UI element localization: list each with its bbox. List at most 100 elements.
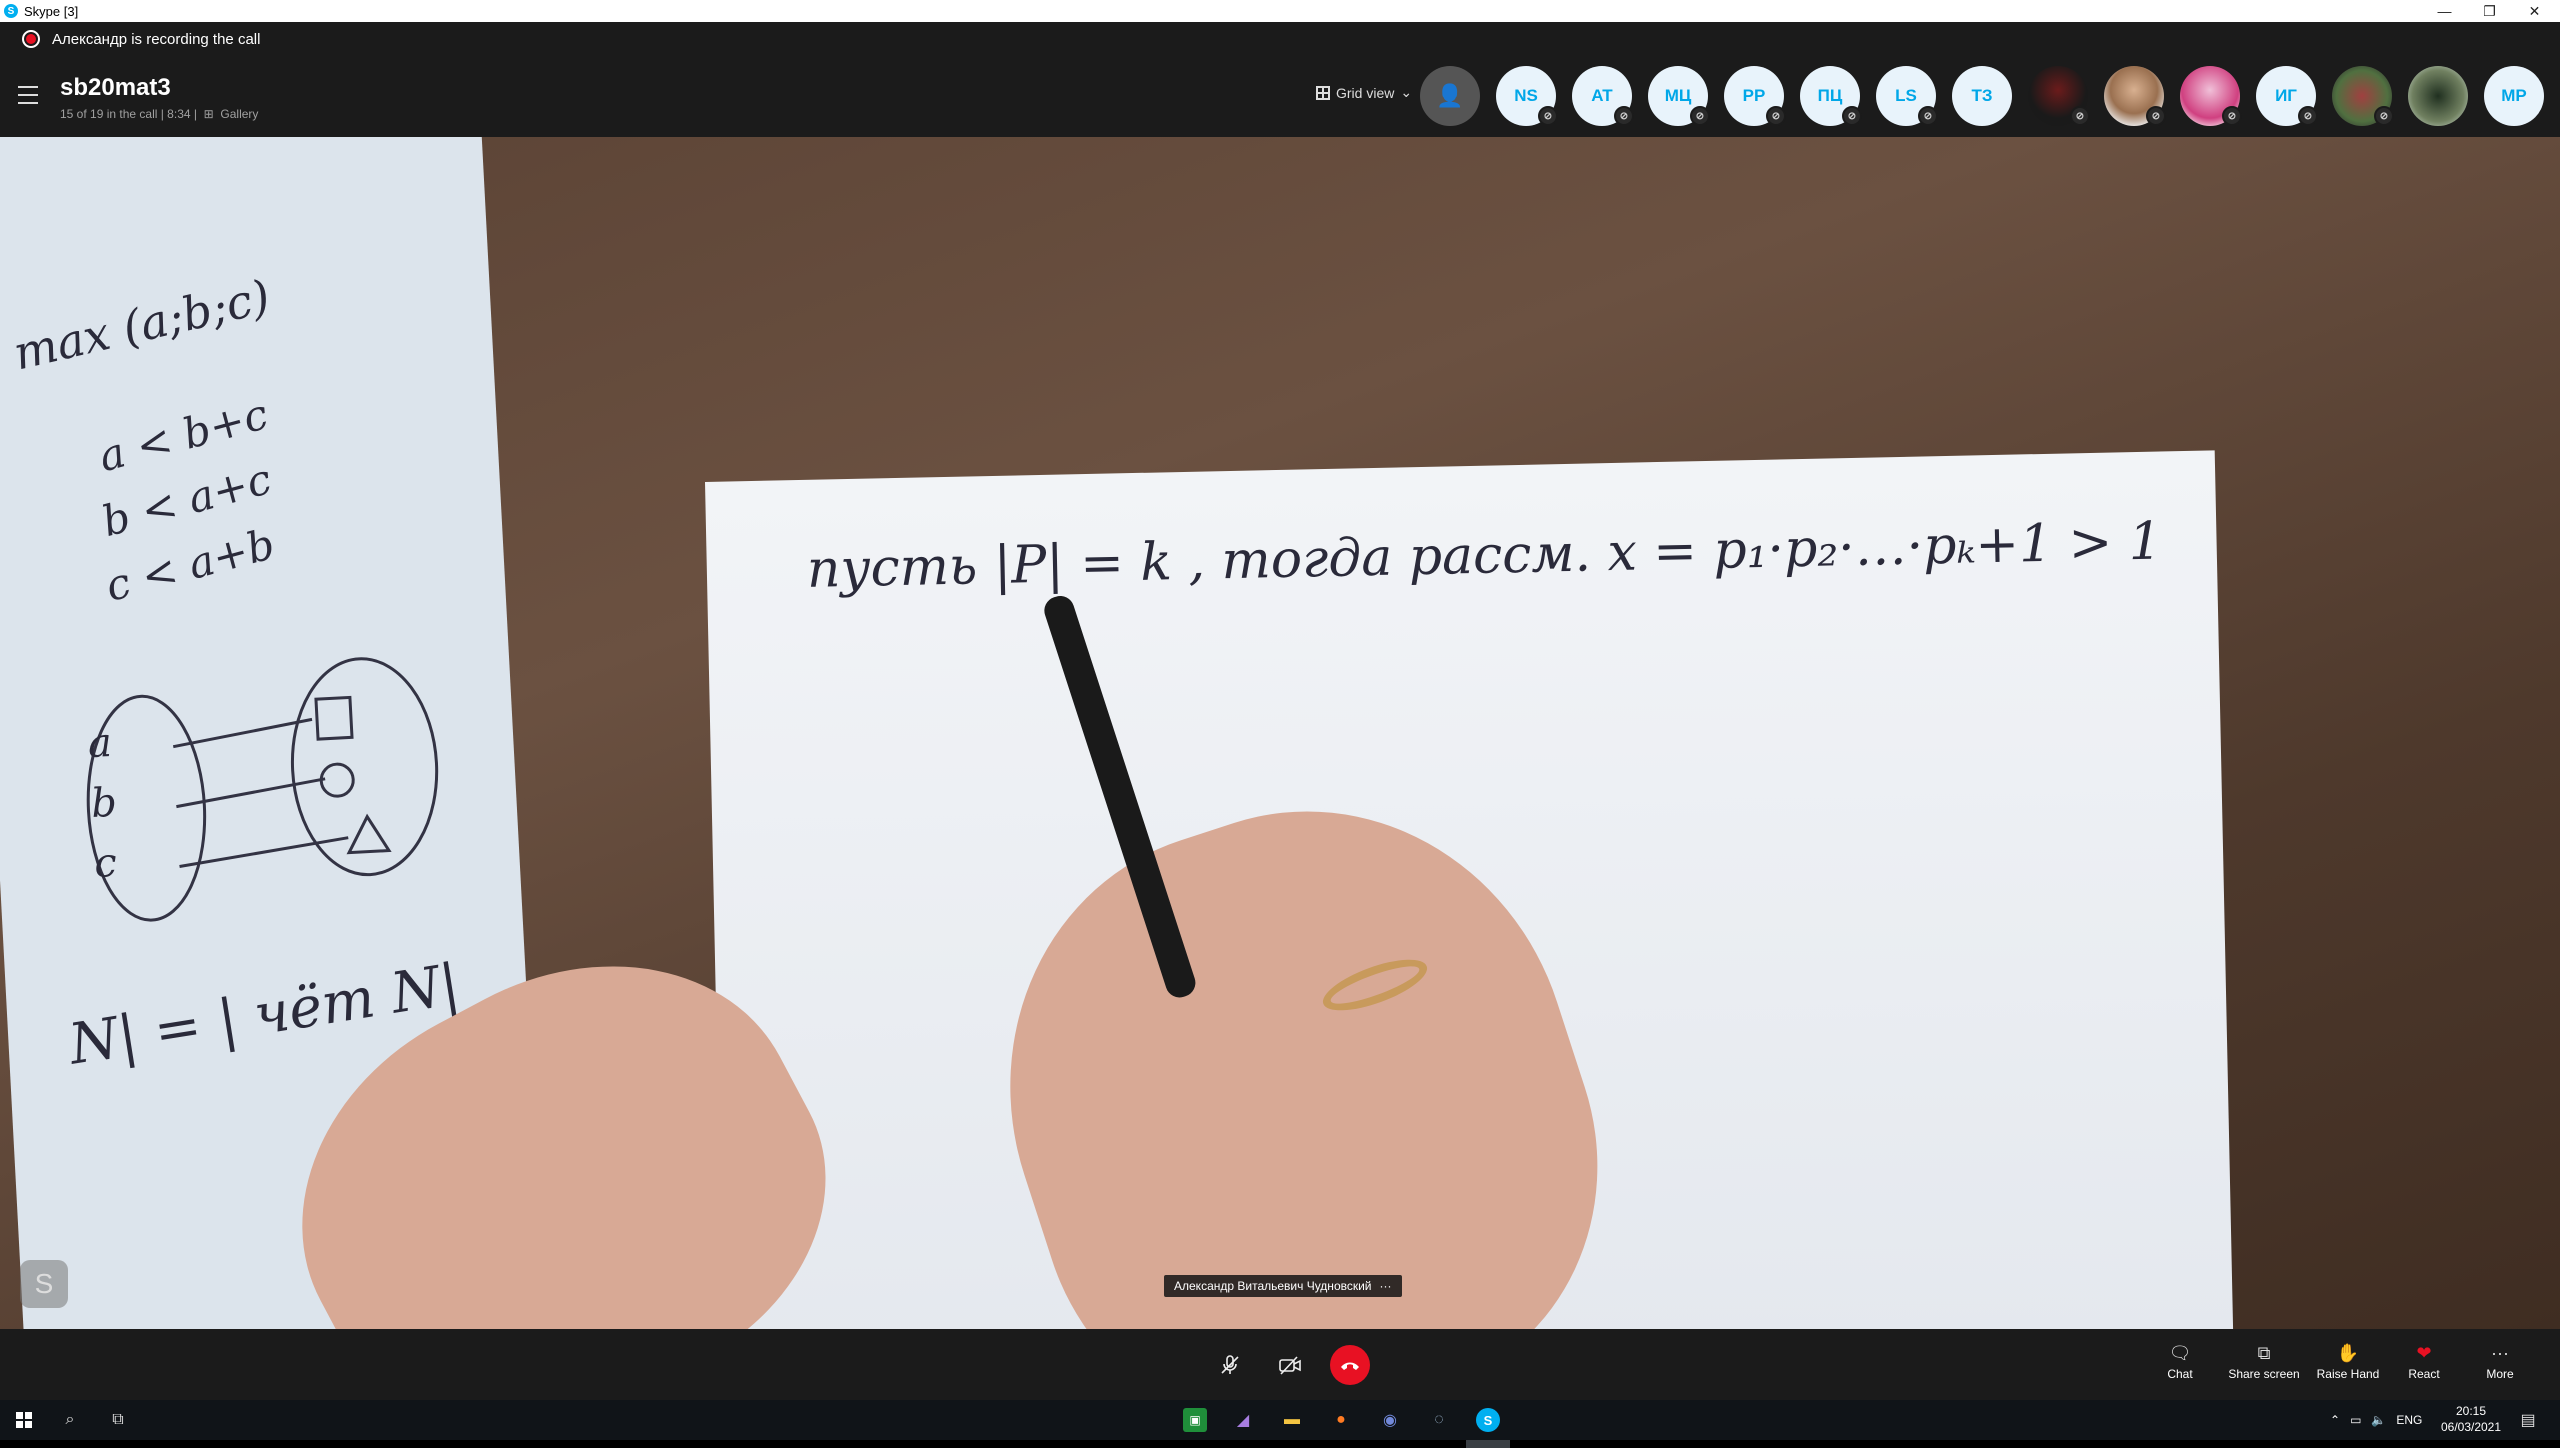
chat-button[interactable]: 🗨 Chat	[2140, 1343, 2220, 1381]
participant-avatar[interactable]: MP	[2484, 66, 2544, 126]
window-titlebar: S Skype [3] — ❐ ✕	[0, 0, 2560, 22]
mic-off-icon: ⊘	[1918, 106, 1938, 126]
share-screen-icon: ⧉	[2257, 1343, 2271, 1363]
participant-avatar-photo[interactable]: ⊘	[2104, 66, 2166, 126]
mic-off-icon: ⊘	[2070, 106, 2090, 126]
mic-off-icon: ⊘	[2298, 106, 2318, 126]
participant-avatar[interactable]: LS ⊘	[1876, 66, 1938, 126]
participant-avatar-photo[interactable]: ⊘	[2332, 66, 2394, 126]
grid-icon	[1316, 85, 1330, 100]
avatar-initials: ПЦ	[1817, 86, 1843, 105]
add-participant-button[interactable]: 👤	[1420, 66, 1480, 126]
avatar-initials: ТЗ	[1971, 86, 1993, 105]
main-video-feed: max (a;b;c) a < b+c b < a+c c < a+b a b …	[0, 137, 2560, 1329]
grid-view-dropdown[interactable]: Grid view ⌄	[1316, 84, 1412, 101]
mapping-diagram	[86, 657, 439, 922]
call-header: Александр is recording the call sb20mat3…	[0, 22, 2560, 137]
avatar-initials: МЦ	[1664, 86, 1692, 105]
video-off-icon	[1279, 1356, 1301, 1375]
avatar-initials: AT	[1591, 86, 1613, 105]
raise-hand-label: Raise Hand	[2316, 1367, 2380, 1381]
heart-icon: ❤	[2416, 1343, 2432, 1363]
view-mode-label: Gallery	[220, 107, 259, 121]
restore-button[interactable]: ❐	[2467, 0, 2512, 22]
language-indicator[interactable]: ENG	[2396, 1413, 2422, 1427]
react-label: React	[2408, 1367, 2440, 1381]
mic-off-icon	[1221, 1355, 1239, 1374]
skype-taskbar-icon[interactable]: S	[1466, 1408, 1510, 1448]
share-screen-button[interactable]: ⧉ Share screen	[2224, 1343, 2304, 1381]
mic-off-icon: ⊘	[1690, 106, 1710, 126]
minimize-button[interactable]: —	[2422, 0, 2467, 22]
participant-avatar-photo[interactable]: ⊘	[2180, 66, 2242, 126]
more-options-icon[interactable]: ···	[1380, 1279, 1392, 1293]
network-icon[interactable]: ▭	[2350, 1413, 2361, 1427]
windows-taskbar: ⌕ ⧉ ▣ ◢ ▬ ● ◉ ◌ S ⌃ ▭ 🔈 ENG 20:15 06/03/…	[0, 1400, 2560, 1448]
more-button[interactable]: ··· More	[2460, 1343, 2540, 1381]
skype-icon: S	[4, 4, 18, 18]
call-title: sb20mat3	[60, 74, 171, 101]
visual-studio-icon[interactable]: ◢	[1231, 1408, 1255, 1432]
react-button[interactable]: ❤ React	[2384, 1343, 2464, 1381]
chevron-up-icon[interactable]: ⌃	[2330, 1413, 2340, 1427]
hangup-icon	[1341, 1362, 1359, 1370]
speaker-name-label[interactable]: Александр Витальевич Чудновский ···	[1164, 1275, 1402, 1297]
avatar-initials: PP	[1742, 86, 1766, 105]
call-controls: 🗨 Chat ⧉ Share screen ✋ Raise Hand ❤ Rea…	[0, 1329, 2560, 1400]
close-button[interactable]: ✕	[2512, 0, 2557, 22]
hangup-button[interactable]	[1330, 1345, 1370, 1385]
raise-hand-icon: ✋	[2336, 1343, 2360, 1363]
clock-time: 20:15	[2455, 1404, 2487, 1418]
grid-view-label: Grid view	[1336, 84, 1395, 101]
chat-label: Chat	[2167, 1367, 2193, 1381]
handwriting-max: max (a;b;c)	[8, 269, 275, 381]
mic-off-icon: ⊘	[1614, 106, 1634, 126]
menu-button[interactable]	[18, 86, 38, 104]
gallery-icon: ⊞	[200, 107, 218, 121]
participant-avatar[interactable]: ТЗ	[1952, 66, 2012, 126]
more-icon: ···	[2491, 1343, 2509, 1363]
volume-icon[interactable]: 🔈	[2371, 1413, 2386, 1427]
mic-off-icon: ⊘	[2146, 106, 2166, 126]
call-meta: 15 of 19 in the call | 8:34 | ⊞ Gallery	[60, 107, 258, 121]
participant-avatar-photo[interactable]	[2408, 66, 2468, 126]
mute-button[interactable]	[1210, 1345, 1250, 1385]
participant-avatar[interactable]: ПЦ ⊘	[1800, 66, 1862, 126]
set-element-a: a	[86, 719, 114, 768]
windows-start-icon[interactable]	[12, 1408, 36, 1432]
speaker-name: Александр Витальевич Чудновский	[1174, 1279, 1372, 1293]
participant-avatar[interactable]: МЦ ⊘	[1648, 66, 1710, 126]
pycharm-icon[interactable]: ▣	[1183, 1408, 1207, 1432]
firefox-icon[interactable]: ●	[1329, 1408, 1353, 1432]
participant-avatar-photo[interactable]: ⊘	[2028, 66, 2090, 126]
mic-off-icon: ⊘	[2374, 106, 2394, 126]
discord-icon[interactable]: ◉	[1378, 1408, 1402, 1432]
participant-avatar[interactable]: AT ⊘	[1572, 66, 1634, 126]
set-element-c: c	[93, 839, 118, 887]
video-toggle-button[interactable]	[1270, 1345, 1310, 1385]
participant-avatar[interactable]: PP ⊘	[1724, 66, 1786, 126]
mic-off-icon: ⊘	[2222, 106, 2242, 126]
steam-icon[interactable]: ◌	[1427, 1408, 1451, 1432]
mic-off-icon: ⊘	[1766, 106, 1786, 126]
window-title: Skype [3]	[24, 3, 79, 19]
recording-icon	[22, 30, 40, 48]
chevron-down-icon: ⌄	[1400, 84, 1413, 100]
self-video-badge[interactable]: S	[20, 1260, 68, 1308]
call-status: 15 of 19 in the call | 8:34 |	[60, 107, 197, 121]
system-clock[interactable]: 20:15 06/03/2021	[2436, 1403, 2506, 1435]
participant-avatar[interactable]: ИГ ⊘	[2256, 66, 2318, 126]
search-icon[interactable]: ⌕	[58, 1408, 82, 1432]
handwriting-main: пусть |P| = k , тогда рассм. x = p₁·p₂·……	[806, 511, 2163, 600]
raise-hand-button[interactable]: ✋ Raise Hand	[2308, 1343, 2388, 1381]
notifications-icon[interactable]: ▤	[2516, 1408, 2540, 1432]
task-view-icon[interactable]: ⧉	[106, 1408, 130, 1432]
file-explorer-icon[interactable]: ▬	[1280, 1408, 1304, 1432]
participant-avatar[interactable]: NS ⊘	[1496, 66, 1558, 126]
set-element-b: b	[89, 779, 118, 828]
avatar-initials: MP	[2501, 86, 2527, 105]
mic-off-icon: ⊘	[1538, 106, 1558, 126]
clock-date: 06/03/2021	[2440, 1420, 2502, 1434]
recording-banner: Александр is recording the call	[22, 30, 260, 48]
chat-icon: 🗨	[2168, 1343, 2192, 1363]
